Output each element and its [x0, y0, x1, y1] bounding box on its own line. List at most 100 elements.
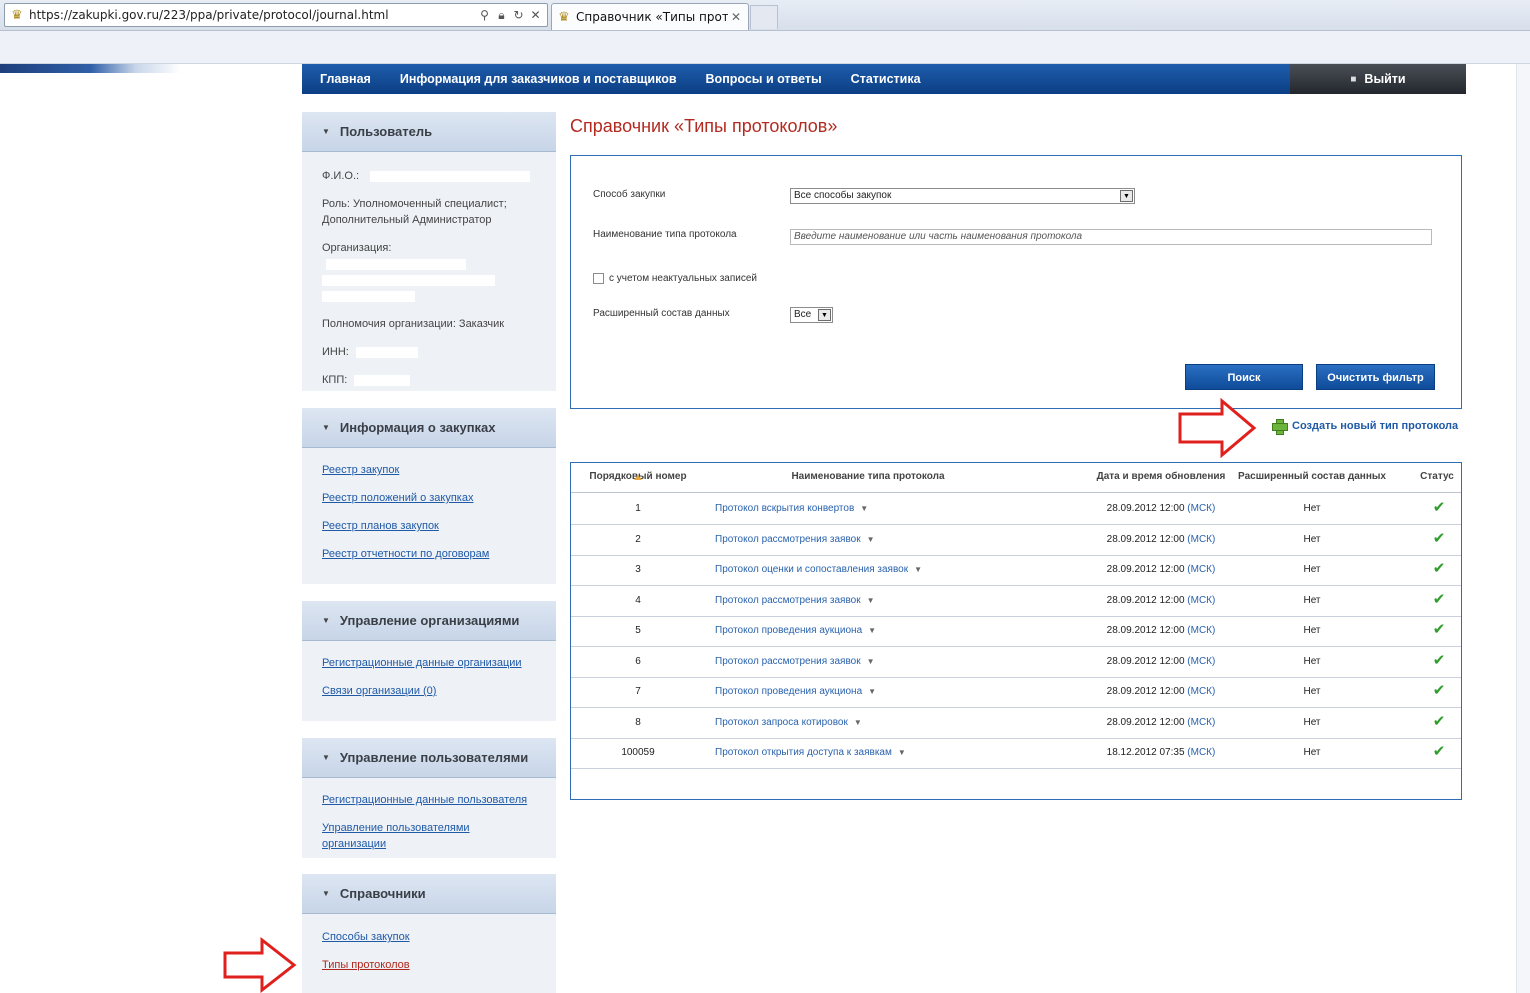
- protocol-name[interactable]: Протокол проведения аукциона: [715, 686, 862, 697]
- protocol-name-link[interactable]: Протокол вскрытия конвертов ▼: [715, 503, 868, 514]
- date-value: 28.09.2012 12:00: [1106, 564, 1185, 575]
- row-menu-arrow-icon[interactable]: ▼: [898, 748, 906, 757]
- protocol-name-link[interactable]: Протокол рассмотрения заявок ▼: [715, 656, 875, 667]
- nav-info[interactable]: Информация для заказчиков и поставщиков: [400, 72, 677, 86]
- protocol-name-link[interactable]: Протокол запроса котировок ▼: [715, 717, 862, 728]
- lock-icon[interactable]: 🔒︎: [495, 8, 508, 23]
- header-extended[interactable]: Расширенный состав данных: [1221, 471, 1403, 482]
- refs-panel-header[interactable]: ▼ Справочники: [302, 874, 556, 914]
- link-plans-registry[interactable]: Реестр планов закупок: [322, 518, 536, 534]
- link-org-users[interactable]: Управление пользователями организации: [322, 820, 536, 852]
- checkmark-icon: ✔: [1432, 529, 1446, 547]
- redacted-field: [370, 170, 531, 182]
- checkmark-icon: ✔: [1432, 499, 1446, 516]
- protocol-name-link[interactable]: Протокол проведения аукциона ▼: [715, 686, 876, 697]
- timezone: (МСК): [1187, 655, 1216, 667]
- new-tab-button[interactable]: [750, 5, 778, 29]
- link-regulations-registry[interactable]: Реестр положений о закупках: [322, 490, 536, 506]
- link-org-registration[interactable]: Регистрационные данные организации: [322, 655, 536, 671]
- users-panel-title: Управление пользователями: [339, 750, 529, 765]
- create-link-label: Создать новый тип протокола: [1292, 420, 1459, 432]
- row-menu-arrow-icon[interactable]: ▼: [868, 687, 876, 696]
- checkmark-icon: ✔: [1432, 651, 1446, 669]
- extended-value: Нет: [1303, 594, 1321, 606]
- link-purchase-methods[interactable]: Способы закупок: [322, 929, 536, 945]
- address-bar[interactable]: ♛ https://zakupki.gov.ru/223/ppa/private…: [4, 3, 548, 27]
- reload-icon[interactable]: ↻: [512, 8, 525, 23]
- link-org-relations[interactable]: Связи организации (0): [322, 683, 536, 699]
- table-row[interactable]: 5 Протокол проведения аукциона ▼ 28.09.2012…: [571, 616, 1461, 647]
- scrollbar[interactable]: [1516, 64, 1530, 993]
- protocol-name[interactable]: Протокол открытия доступа к заявкам: [715, 747, 892, 758]
- protocol-name[interactable]: Протокол оценки и сопоставления заявок: [715, 564, 908, 575]
- extended-select[interactable]: Все ▼: [790, 307, 833, 323]
- link-purchase-registry[interactable]: Реестр закупок: [322, 462, 536, 478]
- date-value: 28.09.2012 12:00: [1106, 533, 1185, 545]
- extended-value: Нет: [1303, 564, 1321, 575]
- table-row[interactable]: 4 Протокол рассмотрения заявок ▼ 28.09.2012…: [571, 586, 1461, 617]
- tab-close-icon[interactable]: ✕: [728, 10, 744, 24]
- authority-row: Полномочия организации: Заказчик: [322, 318, 505, 330]
- row-menu-arrow-icon[interactable]: ▼: [867, 535, 875, 544]
- refs-panel: ▼ Справочники Способы закупок Типы прото…: [302, 874, 556, 993]
- protocol-name[interactable]: Протокол запроса котировок: [715, 717, 848, 728]
- protocol-name[interactable]: Протокол рассмотрения заявок: [715, 534, 861, 545]
- header-name[interactable]: Наименование типа протокола: [715, 471, 1021, 482]
- row-number: 7: [635, 686, 641, 697]
- logout-button[interactable]: ■ Выйти: [1290, 64, 1466, 94]
- protocol-name-link[interactable]: Протокол оценки и сопоставления заявок ▼: [715, 564, 922, 575]
- search-icon[interactable]: ⚲: [478, 8, 491, 23]
- table-row[interactable]: 1 Протокол вскрытия конвертов ▼ 28.09.2012 …: [571, 494, 1461, 525]
- timezone: (МСК): [1187, 686, 1216, 697]
- dropdown-arrow-icon[interactable]: ▼: [1120, 190, 1133, 202]
- browser-tabbar: ♛ https://zakupki.gov.ru/223/ppa/private…: [0, 0, 1530, 31]
- address-url[interactable]: https://zakupki.gov.ru/223/ppa/private/p…: [29, 8, 478, 22]
- protocol-name[interactable]: Протокол рассмотрения заявок: [715, 595, 861, 606]
- link-user-registration[interactable]: Регистрационные данные пользователя: [322, 792, 536, 808]
- purchases-panel-header[interactable]: ▼ Информация о закупках: [302, 408, 556, 448]
- name-input[interactable]: Введите наименование или часть наименова…: [790, 229, 1432, 245]
- nav-home[interactable]: Главная: [320, 72, 371, 86]
- protocol-name-link[interactable]: Протокол рассмотрения заявок ▼: [715, 595, 875, 606]
- table-row[interactable]: 8 Протокол запроса котировок ▼ 28.09.2012 1…: [571, 708, 1461, 739]
- row-menu-arrow-icon[interactable]: ▼: [914, 565, 922, 574]
- link-protocol-types[interactable]: Типы протоколов: [322, 957, 536, 973]
- create-protocol-type-link[interactable]: Создать новый тип протокола: [1272, 419, 1459, 435]
- nav-stats[interactable]: Статистика: [851, 72, 921, 86]
- protocol-name[interactable]: Протокол рассмотрения заявок: [715, 656, 861, 667]
- browser-tab[interactable]: ♛ Справочник «Типы протоко... ✕: [551, 3, 749, 30]
- inactive-checkbox[interactable]: [593, 273, 604, 284]
- clear-filter-button[interactable]: Очистить фильтр: [1316, 364, 1435, 390]
- dropdown-arrow-icon[interactable]: ▼: [818, 309, 831, 321]
- user-panel-title: Пользователь: [339, 124, 433, 139]
- table-row[interactable]: 2 Протокол рассмотрения заявок ▼ 28.09.2012…: [571, 525, 1461, 556]
- link-reports-registry[interactable]: Реестр отчетности по договорам: [322, 546, 536, 562]
- timezone: (МСК): [1187, 564, 1216, 575]
- orgs-panel-header[interactable]: ▼ Управление организациями: [302, 601, 556, 641]
- users-panel-header[interactable]: ▼ Управление пользователями: [302, 738, 556, 778]
- protocol-name-link[interactable]: Протокол проведения аукциона ▼: [715, 625, 876, 636]
- row-menu-arrow-icon[interactable]: ▼: [868, 626, 876, 635]
- method-select[interactable]: Все способы закупок ▼: [790, 188, 1135, 204]
- table-row[interactable]: 100059 Протокол открытия доступа к заявка…: [571, 738, 1461, 769]
- table-row[interactable]: 7 Протокол проведения аукциона ▼ 28.09.2012…: [571, 677, 1461, 708]
- status-cell: ✔: [1426, 681, 1452, 699]
- row-menu-arrow-icon[interactable]: ▼: [860, 504, 868, 513]
- row-menu-arrow-icon[interactable]: ▼: [854, 718, 862, 727]
- protocol-name-link[interactable]: Протокол открытия доступа к заявкам ▼: [715, 747, 906, 758]
- table-row[interactable]: 3 Протокол оценки и сопоставления заявок ▼…: [571, 555, 1461, 586]
- protocol-name[interactable]: Протокол проведения аукциона: [715, 625, 862, 636]
- table-row[interactable]: 6 Протокол рассмотрения заявок ▼ 28.09.2012…: [571, 647, 1461, 678]
- orgs-panel-title: Управление организациями: [339, 613, 520, 628]
- nav-faq[interactable]: Вопросы и ответы: [706, 72, 822, 86]
- protocol-name[interactable]: Протокол вскрытия конвертов: [715, 503, 854, 514]
- user-panel-header[interactable]: ▼ Пользователь: [302, 112, 556, 152]
- row-menu-arrow-icon[interactable]: ▼: [867, 596, 875, 605]
- stop-icon[interactable]: ✕: [529, 8, 542, 23]
- status-cell: ✔: [1426, 590, 1452, 608]
- search-button[interactable]: Поиск: [1185, 364, 1303, 390]
- row-menu-arrow-icon[interactable]: ▼: [867, 657, 875, 666]
- row-number: 6: [635, 655, 641, 667]
- header-status[interactable]: Статус: [1411, 471, 1463, 482]
- protocol-name-link[interactable]: Протокол рассмотрения заявок ▼: [715, 534, 875, 545]
